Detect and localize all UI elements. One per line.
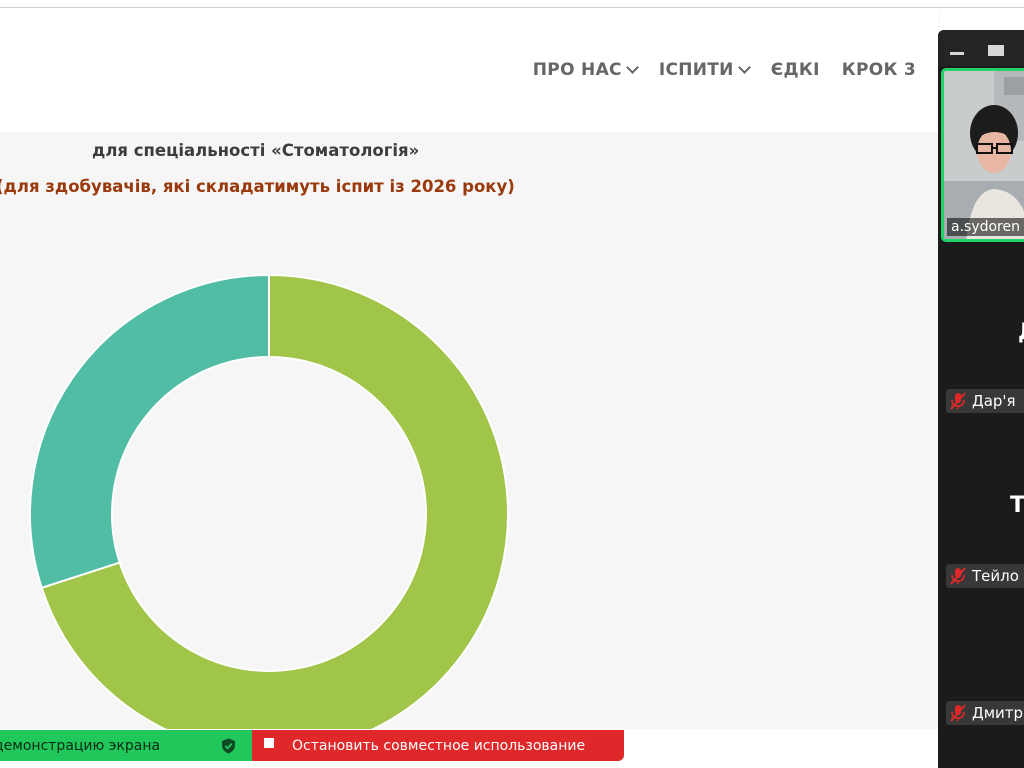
nav-item-label: ЄДКІ xyxy=(770,60,820,80)
participant-video-image xyxy=(944,71,1024,239)
muted-mic-icon xyxy=(950,567,966,585)
main-content: для спеціальності «Стоматологія» (для зд… xyxy=(0,132,938,732)
participant-name: Тейло xyxy=(972,567,1019,585)
stop-share-label: Остановить совместное использование xyxy=(292,737,586,754)
shield-check-icon xyxy=(222,738,235,754)
screen-share-bar: демонстрацию экрана Остановить совместно… xyxy=(0,729,938,768)
zoom-participants-panel: a.sydoren Д Дар'я Те Тейло xyxy=(938,30,1024,768)
nav-item-label: ПРО НАС xyxy=(532,60,622,80)
nav-item-about[interactable]: ПРО НАС xyxy=(532,60,639,80)
stop-share-button[interactable]: Остановить совместное использование xyxy=(252,730,624,761)
browser-top-strip xyxy=(0,0,1024,8)
main-nav: ПРО НАС ІСПИТИ ЄДКІ КРОК 3 xyxy=(511,60,916,80)
chevron-down-icon xyxy=(625,61,639,74)
site-header: ПРО НАС ІСПИТИ ЄДКІ КРОК 3 xyxy=(0,8,938,132)
participant-initials: Д xyxy=(1018,320,1024,345)
participant-tile[interactable]: Тейло xyxy=(946,564,1024,588)
donut-chart xyxy=(29,273,509,732)
applicants-subheading: (для здобувачів, які складатимуть іспит … xyxy=(0,177,515,196)
minimize-icon[interactable] xyxy=(950,52,964,55)
participant-video-tile[interactable]: a.sydoren xyxy=(941,68,1024,242)
screen-share-label: демонстрацию экрана xyxy=(0,737,161,754)
maximize-icon[interactable] xyxy=(988,45,1004,56)
participant-name: Дар'я xyxy=(972,392,1016,410)
chevron-down-icon xyxy=(737,61,751,74)
nav-item-label: ІСПИТИ xyxy=(658,60,734,80)
zoom-titlebar xyxy=(938,30,1024,66)
participant-tile[interactable]: Дар'я xyxy=(946,389,1024,413)
specialty-heading: для спеціальності «Стоматологія» xyxy=(92,141,420,160)
nav-item-edki[interactable]: ЄДКІ xyxy=(771,60,820,80)
nav-item-krok3[interactable]: КРОК 3 xyxy=(842,60,916,80)
muted-mic-icon xyxy=(950,704,966,722)
nav-item-label: КРОК 3 xyxy=(841,60,916,80)
screen-share-status[interactable]: демонстрацию экрана xyxy=(0,730,252,761)
participant-initials: Те xyxy=(1010,493,1024,518)
participant-name: Дмитр xyxy=(972,704,1024,722)
participant-tile[interactable]: Дмитр xyxy=(946,701,1024,725)
screen: { "nav": { "items": [ {"label": "ПРО НАС… xyxy=(0,0,1024,768)
muted-mic-icon xyxy=(950,392,966,410)
participant-name-label: a.sydoren xyxy=(947,218,1024,236)
stop-icon xyxy=(264,737,274,748)
nav-item-exams[interactable]: ІСПИТИ xyxy=(658,60,751,80)
donut-slice-1[interactable] xyxy=(29,273,270,590)
